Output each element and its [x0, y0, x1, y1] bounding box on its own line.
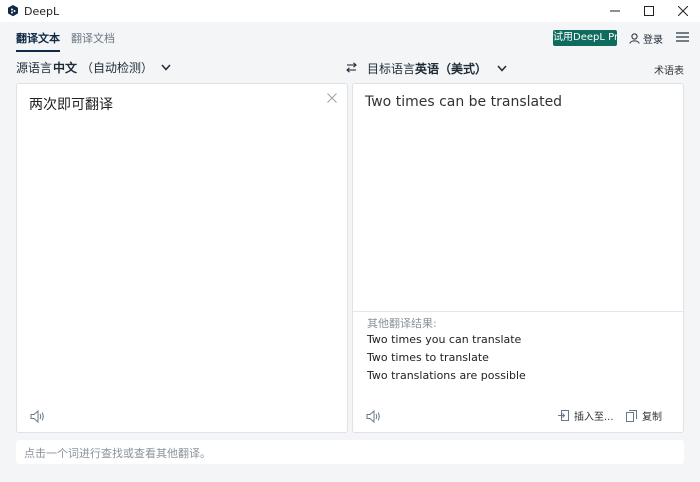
alternative-item[interactable]: Two times you can translate — [367, 333, 521, 346]
swap-languages-icon[interactable] — [346, 62, 357, 73]
dictionary-hint: 点击一个词进行查找或查看其他翻译。 — [24, 447, 211, 460]
maximize-button[interactable] — [632, 0, 666, 22]
insert-label: 插入至... — [574, 412, 614, 423]
alternatives-heading: 其他翻译结果: — [367, 317, 437, 330]
insert-button[interactable]: 插入至... — [558, 408, 614, 423]
chevron-down-icon — [497, 65, 507, 72]
source-language-value: 中文 — [53, 61, 78, 75]
chevron-down-icon — [161, 64, 171, 71]
tab-translate-text[interactable]: 翻译文本 — [16, 30, 60, 52]
glossary-button[interactable]: 术语表 — [654, 62, 684, 77]
maximize-icon — [644, 6, 654, 16]
top-navigation: 翻译文本 翻译文档 试用DeepL Pro 登录 — [0, 22, 700, 52]
close-icon — [678, 6, 688, 16]
source-text-panel[interactable]: 两次即可翻译 — [16, 83, 348, 433]
translation-output[interactable]: Two times can be translated — [365, 94, 562, 110]
user-icon — [629, 33, 640, 44]
source-language-detect: （自动检测） — [81, 61, 154, 75]
alternative-item[interactable]: Two translations are possible — [367, 369, 526, 382]
clear-icon[interactable] — [327, 93, 337, 103]
alternatives-section: 其他翻译结果: Two times you can translate Two … — [353, 311, 683, 382]
window-title: DeepL — [24, 4, 60, 18]
tab-translate-document[interactable]: 翻译文档 — [71, 30, 115, 46]
source-language-selector[interactable]: 源语言 中文 （自动检测） — [16, 59, 171, 76]
alternative-item[interactable]: Two times to translate — [367, 351, 489, 364]
copy-label: 复制 — [642, 412, 662, 423]
minimize-button[interactable] — [598, 0, 632, 22]
insert-icon — [558, 410, 569, 421]
copy-button[interactable]: 复制 — [626, 408, 662, 423]
dictionary-bar: 点击一个词进行查找或查看其他翻译。 — [16, 440, 684, 464]
minimize-icon — [610, 10, 620, 12]
language-bar: 源语言 中文 （自动检测） 目标语言 英语（美式） 术语表 — [0, 56, 700, 80]
source-text-input[interactable]: 两次即可翻译 — [29, 94, 113, 114]
copy-icon — [626, 409, 637, 422]
title-bar: DeepL — [0, 0, 700, 22]
hamburger-icon[interactable] — [676, 32, 689, 42]
speaker-icon[interactable] — [30, 410, 46, 423]
deepl-logo-icon — [8, 5, 18, 17]
login-button[interactable]: 登录 — [629, 31, 663, 46]
try-pro-button[interactable]: 试用DeepL Pro — [553, 30, 617, 46]
login-label: 登录 — [643, 35, 663, 46]
target-text-panel: Two times can be translated 其他翻译结果: Two … — [352, 83, 684, 433]
close-button[interactable] — [666, 0, 700, 22]
target-language-value: 英语（美式） — [415, 62, 488, 76]
target-language-selector[interactable]: 目标语言 英语（美式） — [367, 60, 507, 77]
speaker-icon[interactable] — [366, 410, 382, 423]
source-language-label: 源语言 — [16, 61, 53, 75]
target-language-label: 目标语言 — [367, 62, 416, 76]
